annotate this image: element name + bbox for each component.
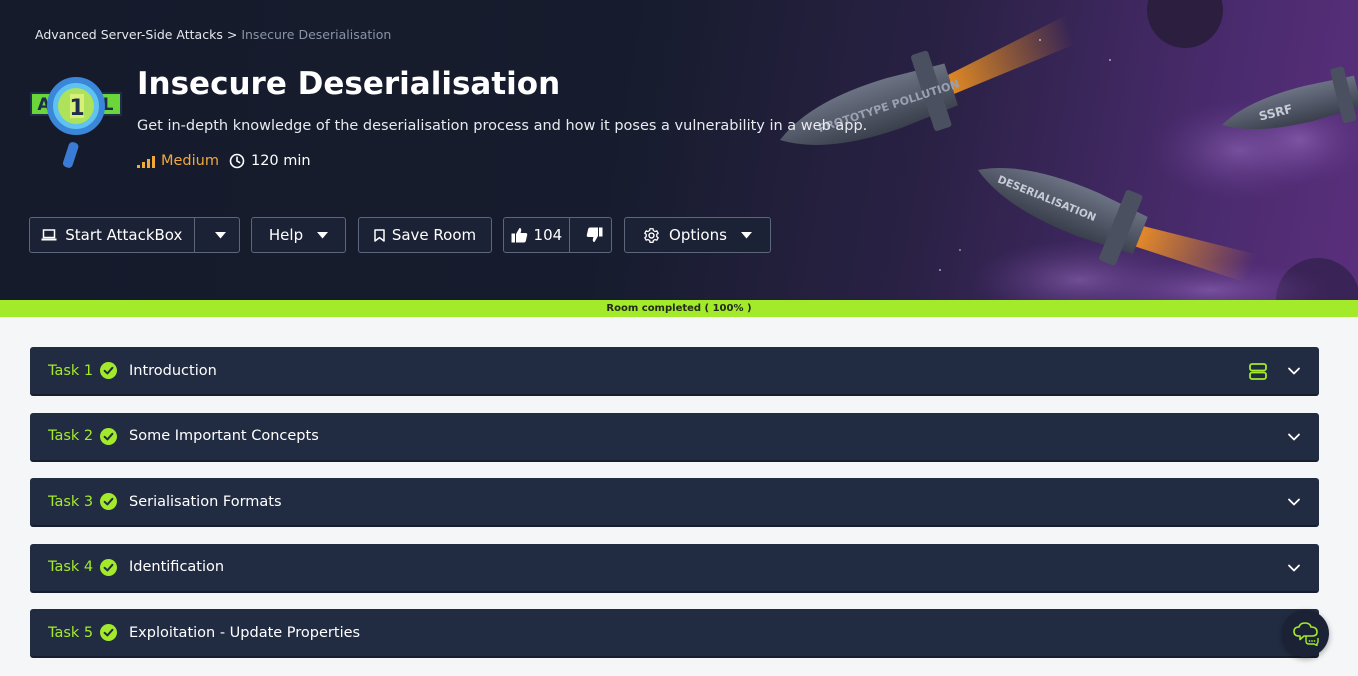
breadcrumb: Advanced Server-Side Attacks > Insecure De… (35, 27, 391, 42)
thumbs-down-icon (586, 227, 603, 242)
task-title: Identification (129, 559, 225, 575)
duration-label: 120 min (250, 153, 311, 169)
chevron-down-icon[interactable] (1287, 495, 1301, 509)
difficulty-label: Medium (161, 153, 219, 169)
help-button[interactable]: Help (251, 217, 346, 253)
caret-down-icon (215, 231, 227, 238)
room-progress-bar: Room completed ( 100% ) (0, 300, 1358, 317)
start-attackbox-button[interactable]: Start AttackBox (30, 218, 195, 252)
task-title: Serialisation Formats (129, 493, 282, 510)
save-room-label: Save Room (391, 226, 477, 244)
options-button[interactable]: Options (624, 217, 771, 253)
start-attackbox-group: Start AttackBox (29, 217, 240, 253)
planet-top (1147, 0, 1223, 48)
task-row[interactable]: Task 1 Introduction (30, 347, 1319, 396)
progress-label: Room completed ( 100% ) (606, 303, 752, 314)
server-icon[interactable] (1249, 363, 1267, 380)
task-title: Some Important Concepts (129, 428, 319, 444)
rocket-prototype-pollution: PROTOTYPE POLLUTION (780, 15, 1075, 145)
room-header: PROTOTYPE POLLUTION SSRF DESERIALISATION… (0, 0, 1358, 300)
chat-button[interactable] (1282, 610, 1329, 657)
svg-text:1: 1 (69, 96, 84, 121)
check-circle-icon (100, 362, 117, 379)
chat-bubble-icon (1292, 621, 1319, 646)
breadcrumb-current: Insecure Deserialisation (241, 27, 392, 42)
check-circle-icon (100, 493, 117, 510)
caret-down-icon (740, 231, 752, 238)
breadcrumb-separator: > (226, 27, 238, 42)
dislike-button[interactable] (578, 227, 611, 243)
task-row[interactable]: Task 3 Serialisation Formats (30, 478, 1319, 527)
caret-down-icon (317, 231, 329, 238)
check-circle-icon (100, 558, 117, 576)
task-number: Task 4 (48, 559, 94, 575)
like-button[interactable]: 104 (504, 218, 570, 252)
task-title: Introduction (129, 362, 217, 379)
room-meta: Medium 120 min (137, 153, 311, 169)
like-count: 104 (533, 226, 563, 244)
task-row[interactable]: Task 4 Identification (30, 543, 1319, 593)
room-description: Get in-depth knowledge of the deserialis… (137, 118, 868, 134)
thumbs-up-icon (511, 227, 528, 243)
task-row[interactable]: Task 5 Exploitation - Update Properties (30, 609, 1319, 658)
bookmark-icon (374, 228, 385, 242)
chevron-down-icon[interactable] (1287, 364, 1301, 378)
vote-group: 104 (503, 217, 612, 253)
start-attackbox-label: Start AttackBox (65, 226, 183, 244)
gear-icon (643, 227, 660, 244)
chevron-down-icon[interactable] (1287, 561, 1301, 575)
save-room-button[interactable]: Save Room (358, 217, 492, 253)
task-number: Task 1 (48, 362, 94, 379)
task-row[interactable]: Task 2 Some Important Concepts (30, 412, 1319, 462)
hero-illustration: PROTOTYPE POLLUTION SSRF DESERIALISATION (780, 0, 1358, 300)
attackbox-dropdown-toggle[interactable] (203, 231, 239, 239)
task-title: Exploitation - Update Properties (129, 624, 361, 641)
clock-icon (229, 153, 245, 169)
breadcrumb-parent-link[interactable]: Advanced Server-Side Attacks (35, 27, 223, 42)
check-circle-icon (100, 624, 117, 641)
check-circle-icon (100, 427, 117, 445)
options-label: Options (669, 226, 727, 244)
room-title: Insecure Deserialisation (137, 66, 561, 102)
help-label: Help (268, 226, 304, 244)
room-logo: A L 1 (30, 77, 122, 168)
task-number: Task 5 (48, 624, 94, 641)
task-number: Task 2 (48, 428, 94, 444)
task-number: Task 3 (48, 493, 94, 510)
signal-bars-icon (137, 155, 155, 168)
chevron-down-icon[interactable] (1287, 430, 1301, 444)
laptop-icon (41, 228, 57, 242)
